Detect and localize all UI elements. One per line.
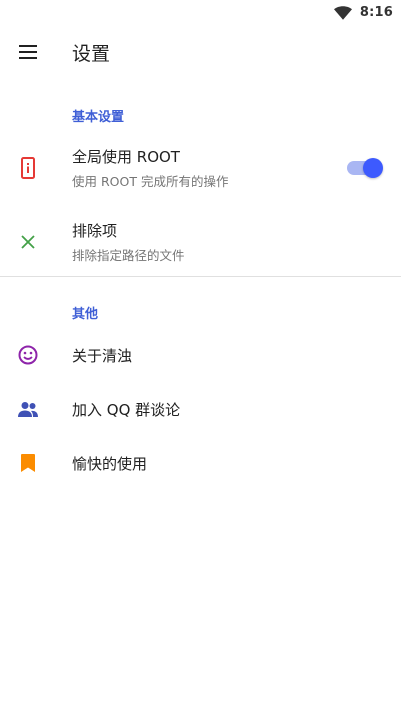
setting-join-qq-texts: 加入 QQ 群谈论: [72, 399, 180, 420]
status-bar: 8:16: [0, 0, 401, 24]
setting-enjoy[interactable]: 愉快的使用: [0, 448, 401, 478]
setting-about[interactable]: 关于清浊: [0, 340, 401, 370]
section-header-basic: 基本设置: [72, 110, 125, 125]
setting-title: 愉快的使用: [72, 454, 148, 473]
setting-global-root-texts: 全局使用 ROOT 使用 ROOT 完成所有的操作: [72, 146, 228, 190]
wifi-icon: [333, 5, 352, 20]
setting-join-qq[interactable]: 加入 QQ 群谈论: [0, 394, 401, 424]
close-icon: [0, 230, 56, 254]
setting-subtitle: 使用 ROOT 完成所有的操作: [72, 174, 229, 189]
setting-subtitle: 排除指定路径的文件: [72, 248, 185, 263]
bookmark-icon: [0, 451, 56, 475]
phone-info-icon: [0, 156, 56, 180]
people-icon: [0, 397, 56, 421]
app-bar: 设置: [0, 24, 401, 80]
setting-title: 加入 QQ 群谈论: [72, 400, 181, 419]
menu-icon: [19, 45, 37, 59]
setting-title: 排除项: [72, 222, 118, 240]
section-divider: [0, 276, 401, 277]
smile-icon: [0, 343, 56, 367]
settings-screen: 8:16 设置 基本设置 全局使用 ROOT 使用 ROOT 完成所有的操作 排…: [0, 0, 401, 710]
menu-button[interactable]: [0, 24, 56, 80]
setting-exclusions[interactable]: 排除项 排除指定路径的文件: [0, 218, 401, 266]
setting-title: 关于清浊: [72, 346, 133, 365]
setting-enjoy-texts: 愉快的使用: [72, 453, 147, 474]
status-time: 8:16: [359, 4, 393, 20]
setting-global-root[interactable]: 全局使用 ROOT 使用 ROOT 完成所有的操作: [0, 144, 401, 192]
section-header-other: 其他: [72, 307, 99, 322]
global-root-toggle[interactable]: [347, 158, 383, 178]
setting-about-texts: 关于清浊: [72, 345, 132, 366]
setting-exclusions-texts: 排除项 排除指定路径的文件: [72, 220, 185, 264]
setting-title: 全局使用 ROOT: [72, 148, 180, 166]
toggle-thumb: [363, 158, 383, 178]
page-title: 设置: [72, 42, 111, 65]
